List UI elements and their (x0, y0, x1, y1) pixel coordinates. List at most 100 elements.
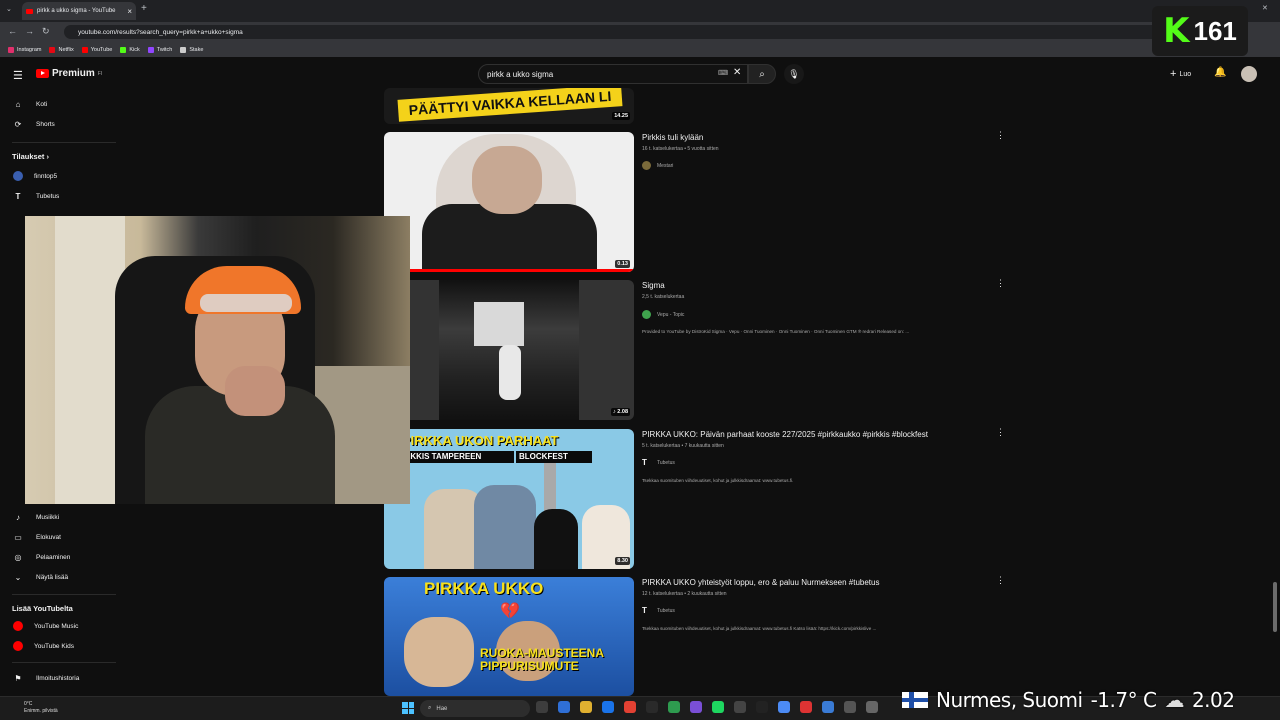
video-title[interactable]: Pirkkis tuli kylään (642, 133, 703, 142)
weather-widget[interactable]: 0°C Enimm. pilvistä (24, 701, 58, 715)
url-field[interactable]: youtube.com/results?search_query=pirkk+a… (64, 25, 1234, 39)
scrollbar-thumb[interactable] (1273, 582, 1277, 632)
browser-tab[interactable]: pirkk a ukko sigma - YouTube × (22, 2, 136, 20)
menu-icon[interactable]: ☰ (13, 69, 23, 82)
voice-search-button[interactable]: 🎙 (784, 64, 804, 84)
bookmark-netflix[interactable]: Netflix (49, 46, 74, 53)
taskbar-app-icon[interactable] (866, 701, 878, 713)
video-thumbnail[interactable]: PIRKKA UKON PARHAAT PIRKKIS TAMPEREEN BL… (384, 429, 634, 569)
video-meta: 2,5 t. katselukertaa (642, 294, 685, 300)
thumbnail-text: PIRKKIS TAMPEREEN (394, 451, 514, 463)
time-text: 2.02 (1191, 688, 1235, 712)
close-window-icon[interactable]: ✕ (1262, 4, 1268, 12)
bookmark-youtube[interactable]: YouTube (81, 46, 112, 53)
subscriptions-header[interactable]: Tilaukset › (12, 152, 49, 161)
video-thumbnail[interactable]: PÄÄTTYI VAIKKA KELLAAN LI 14.25 (384, 88, 634, 124)
sidebar-item-youtube-kids[interactable]: YouTube Kids (0, 637, 120, 655)
channel-name: Mestari (657, 162, 674, 169)
scrollbar[interactable] (1272, 90, 1278, 696)
sidebar-item-show-more[interactable]: ⌄ Näytä lisää (0, 568, 120, 586)
tubetus-logo-icon: T (642, 606, 647, 615)
bookmark-stake[interactable]: Stake (180, 46, 203, 53)
sidebar-item-pelaaminen[interactable]: ◎ Pelaaminen (0, 548, 120, 566)
taskbar-app-icon[interactable] (558, 701, 570, 713)
channel-link[interactable]: Vepu - Topic (642, 310, 684, 319)
thumbnail-hoodie (422, 204, 597, 272)
sidebar-item-youtube-music[interactable]: YouTube Music (0, 617, 120, 635)
reload-icon[interactable]: ↻ (42, 26, 50, 37)
more-actions-icon[interactable]: ⋮ (996, 575, 1005, 586)
taskbar-app-icon[interactable] (822, 701, 834, 713)
duration-badge: 8.30 (615, 557, 630, 565)
taskbar-app-icon[interactable] (712, 701, 724, 713)
taskbar-app-icon[interactable] (756, 701, 768, 713)
taskbar-app-icon[interactable] (800, 701, 812, 713)
avatar[interactable] (1241, 66, 1257, 82)
sidebar-sub-tubetus[interactable]: T Tubetus (0, 187, 120, 205)
taskbar-app-icon[interactable] (734, 701, 746, 713)
channel-link[interactable]: Mestari (642, 161, 673, 170)
more-from-youtube-header: Lisää YouTubelta (12, 604, 73, 613)
close-tab-icon[interactable]: × (127, 7, 132, 16)
taskbar-app-icon[interactable] (690, 701, 702, 713)
keyboard-icon[interactable]: ⌨ (718, 69, 728, 77)
video-title[interactable]: Sigma (642, 281, 665, 290)
video-title[interactable]: PIRKKA UKKO yhteistyöt loppu, ero & palu… (642, 578, 879, 587)
cloud-icon: ☁ (1164, 688, 1184, 712)
logo-region: FI (97, 70, 103, 77)
taskbar-app-icon[interactable] (624, 701, 636, 713)
channel-link[interactable]: T Tubetus (642, 606, 675, 615)
sidebar-item-musiikki[interactable]: ♪ Musiikki (0, 508, 120, 526)
taskbar-app-icon[interactable] (536, 701, 548, 713)
video-thumbnail[interactable]: PIRKKA UKKO 💔 RUOKA-MAUSTEENA PIPPURISUM… (384, 577, 634, 696)
channel-avatar (642, 310, 651, 319)
video-thumbnail[interactable]: 0.13 (384, 132, 634, 272)
sidebar-item-label: Ilmoitushistoria (36, 674, 80, 682)
video-title[interactable]: PIRKKA UKKO: Päivän parhaat kooste 227/2… (642, 430, 928, 439)
thumbnail-face (472, 146, 542, 214)
taskbar-app-icon[interactable] (580, 701, 592, 713)
taskbar-app-icon[interactable] (646, 701, 658, 713)
taskbar-app-icon[interactable] (844, 701, 856, 713)
sidebar-item-report-history[interactable]: ⚑ Ilmoitushistoria (0, 669, 120, 687)
more-actions-icon[interactable]: ⋮ (996, 427, 1005, 438)
tab-search-icon[interactable]: ⌄ (6, 5, 12, 13)
channel-link[interactable]: T Tubetus (642, 458, 675, 467)
taskbar-search[interactable]: ⌕ Hae (420, 700, 530, 717)
sidebar-item-label: Tubetus (36, 192, 60, 200)
taskbar-app-icon[interactable] (668, 701, 680, 713)
new-tab-icon[interactable]: + (141, 3, 147, 14)
create-button[interactable]: + Luo (1170, 68, 1191, 80)
sidebar-item-shorts[interactable]: ⟳ Shorts (0, 115, 120, 133)
kick-viewer-overlay: K 161 (1152, 6, 1248, 56)
sidebar-item-elokuvat[interactable]: ▭ Elokuvat (0, 528, 120, 546)
search-icon: ⌕ (428, 705, 432, 711)
forward-icon[interactable]: → (25, 26, 34, 36)
bookmark-kick[interactable]: Kick (120, 46, 140, 53)
back-icon[interactable]: ← (8, 26, 17, 36)
instagram-icon (8, 46, 14, 53)
thumbnail-text: PIRKKA UKON PARHAAT (402, 433, 559, 448)
youtube-premium-logo[interactable]: Premium FI (36, 68, 102, 79)
windows-start-icon[interactable] (402, 702, 414, 714)
more-actions-icon[interactable]: ⋮ (996, 278, 1005, 289)
bookmark-instagram[interactable]: Instagram (8, 46, 41, 53)
chevron-down-icon: ⌄ (14, 572, 22, 582)
bookmark-label: Twitch (156, 46, 173, 53)
notifications-icon[interactable]: 🔔 (1214, 67, 1226, 78)
taskbar-app-icon[interactable] (778, 701, 790, 713)
divider (12, 142, 116, 143)
taskbar-app-icon[interactable] (602, 701, 614, 713)
thumbnail-text: PIRKKA UKKO (424, 579, 544, 598)
sidebar-sub-finntop5[interactable]: finntop5 (0, 167, 120, 185)
more-actions-icon[interactable]: ⋮ (996, 130, 1005, 141)
video-thumbnail[interactable]: ♪ 2.08 (384, 280, 634, 420)
search-input[interactable]: pirkk a ukko sigma (478, 64, 748, 84)
thumbnail-text: RUOKA-MAUSTEENA PIPPURISUMUTE (480, 647, 604, 673)
clear-search-icon[interactable]: ✕ (733, 67, 741, 78)
search-button[interactable]: ⌕ (748, 64, 776, 84)
sidebar-item-koti[interactable]: ⌂ Koti (0, 95, 120, 113)
bookmark-twitch[interactable]: Twitch (147, 46, 173, 53)
channel-name: Tubetus (657, 459, 675, 466)
duration-badge: ♪ 2.08 (611, 408, 630, 416)
